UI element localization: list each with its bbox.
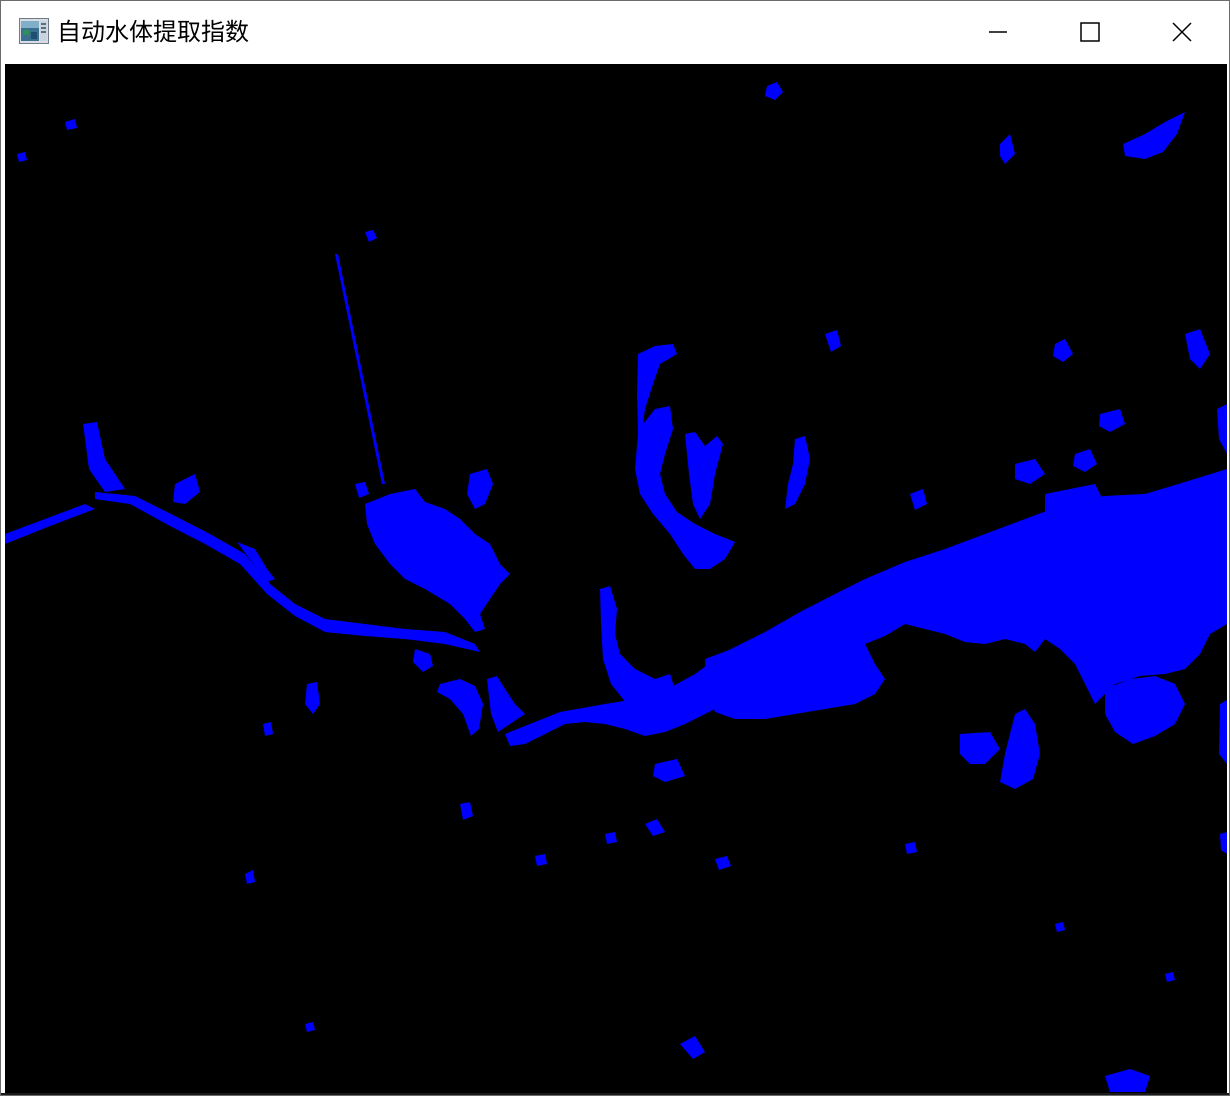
close-button[interactable]: [1136, 1, 1228, 63]
maximize-icon: [1080, 22, 1100, 42]
app-window: 自动水体提取指数: [0, 0, 1230, 1096]
window-bottom-edge: [1, 1093, 1229, 1095]
water-map-canvas[interactable]: [5, 64, 1227, 1093]
minimize-icon: [989, 31, 1007, 33]
maximize-button[interactable]: [1044, 1, 1136, 63]
title-bar[interactable]: 自动水体提取指数: [1, 1, 1229, 63]
app-icon: [19, 18, 49, 44]
water-mask-image: [5, 64, 1227, 1093]
close-icon: [1172, 22, 1192, 42]
minimize-button[interactable]: [952, 1, 1044, 63]
window-title: 自动水体提取指数: [57, 18, 249, 46]
